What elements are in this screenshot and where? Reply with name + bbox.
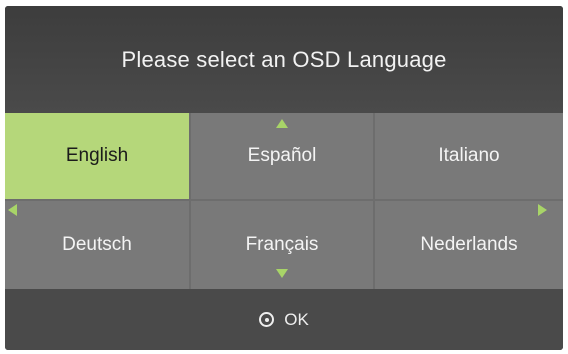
radio-dot-icon: [259, 312, 275, 327]
arrow-down-icon: [276, 269, 288, 278]
language-option-english[interactable]: English: [5, 113, 189, 199]
language-option-nederlands[interactable]: Nederlands: [375, 201, 563, 289]
dialog-header: Please select an OSD Language: [5, 6, 563, 113]
language-option-italiano[interactable]: Italiano: [375, 113, 563, 199]
language-option-deutsch[interactable]: Deutsch: [5, 201, 189, 289]
dialog-footer: OK: [5, 289, 563, 350]
ok-button[interactable]: OK: [259, 310, 309, 330]
osd-language-dialog: Please select an OSD Language English Es…: [5, 6, 563, 350]
ok-label: OK: [284, 309, 309, 329]
page-title: Please select an OSD Language: [121, 46, 447, 72]
arrow-right-icon: [538, 204, 547, 216]
language-grid: English Español Italiano Deutsch Françai…: [5, 113, 563, 289]
arrow-up-icon: [276, 119, 288, 128]
arrow-left-icon: [8, 204, 17, 216]
